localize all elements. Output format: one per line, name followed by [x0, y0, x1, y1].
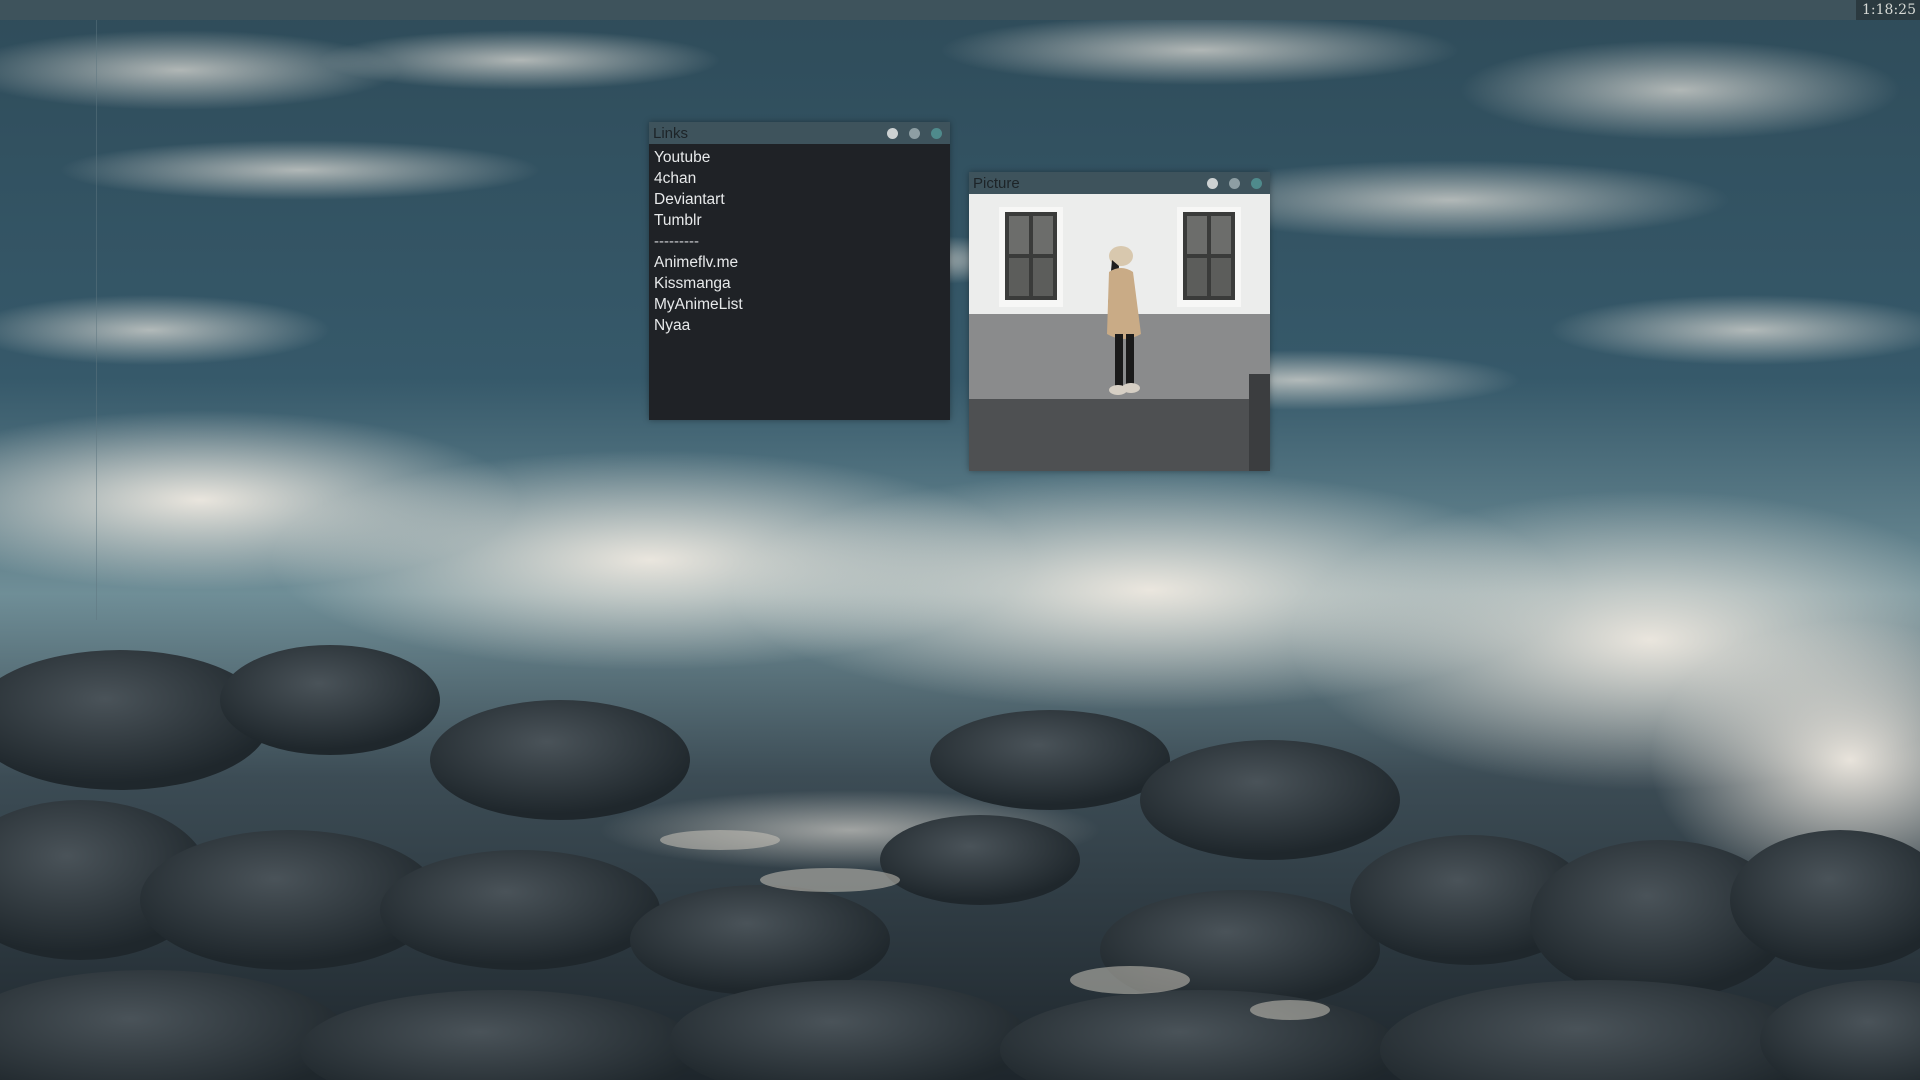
window-title: Links: [653, 125, 689, 142]
close-dot-icon[interactable]: [1251, 178, 1262, 189]
minimize-dot-icon[interactable]: [1207, 178, 1218, 189]
picture-window[interactable]: Picture: [969, 172, 1270, 471]
link-youtube[interactable]: Youtube: [649, 147, 950, 168]
photo-woman-by-wall: [969, 194, 1270, 471]
maximize-dot-icon[interactable]: [909, 128, 920, 139]
link-animeflv[interactable]: Animeflv.me: [649, 252, 950, 273]
close-dot-icon[interactable]: [931, 128, 942, 139]
link-deviantart[interactable]: Deviantart: [649, 189, 950, 210]
link-myanimelist[interactable]: MyAnimeList: [649, 294, 950, 315]
link-4chan[interactable]: 4chan: [649, 168, 950, 189]
top-panel: 1:18:25: [0, 0, 1920, 20]
maximize-dot-icon[interactable]: [1229, 178, 1240, 189]
ocean-wallpaper: [0, 0, 1920, 1080]
picture-titlebar[interactable]: Picture: [969, 172, 1270, 194]
clock: 1:18:25: [1856, 0, 1920, 20]
separator: ---------: [654, 233, 699, 250]
link-kissmanga[interactable]: Kissmanga: [649, 273, 950, 294]
links-list: Youtube 4chan Deviantart Tumblr --------…: [649, 144, 950, 420]
minimize-dot-icon[interactable]: [887, 128, 898, 139]
links-window[interactable]: Links Youtube 4chan Deviantart Tumblr --…: [649, 122, 950, 420]
picture-image: [969, 194, 1270, 471]
desktop: 1:18:25 Links Youtube 4chan Deviantart T…: [0, 0, 1920, 1080]
link-nyaa[interactable]: Nyaa: [649, 315, 950, 336]
link-tumblr[interactable]: Tumblr: [649, 210, 950, 231]
links-titlebar[interactable]: Links: [649, 122, 950, 144]
window-title: Picture: [973, 175, 1020, 192]
